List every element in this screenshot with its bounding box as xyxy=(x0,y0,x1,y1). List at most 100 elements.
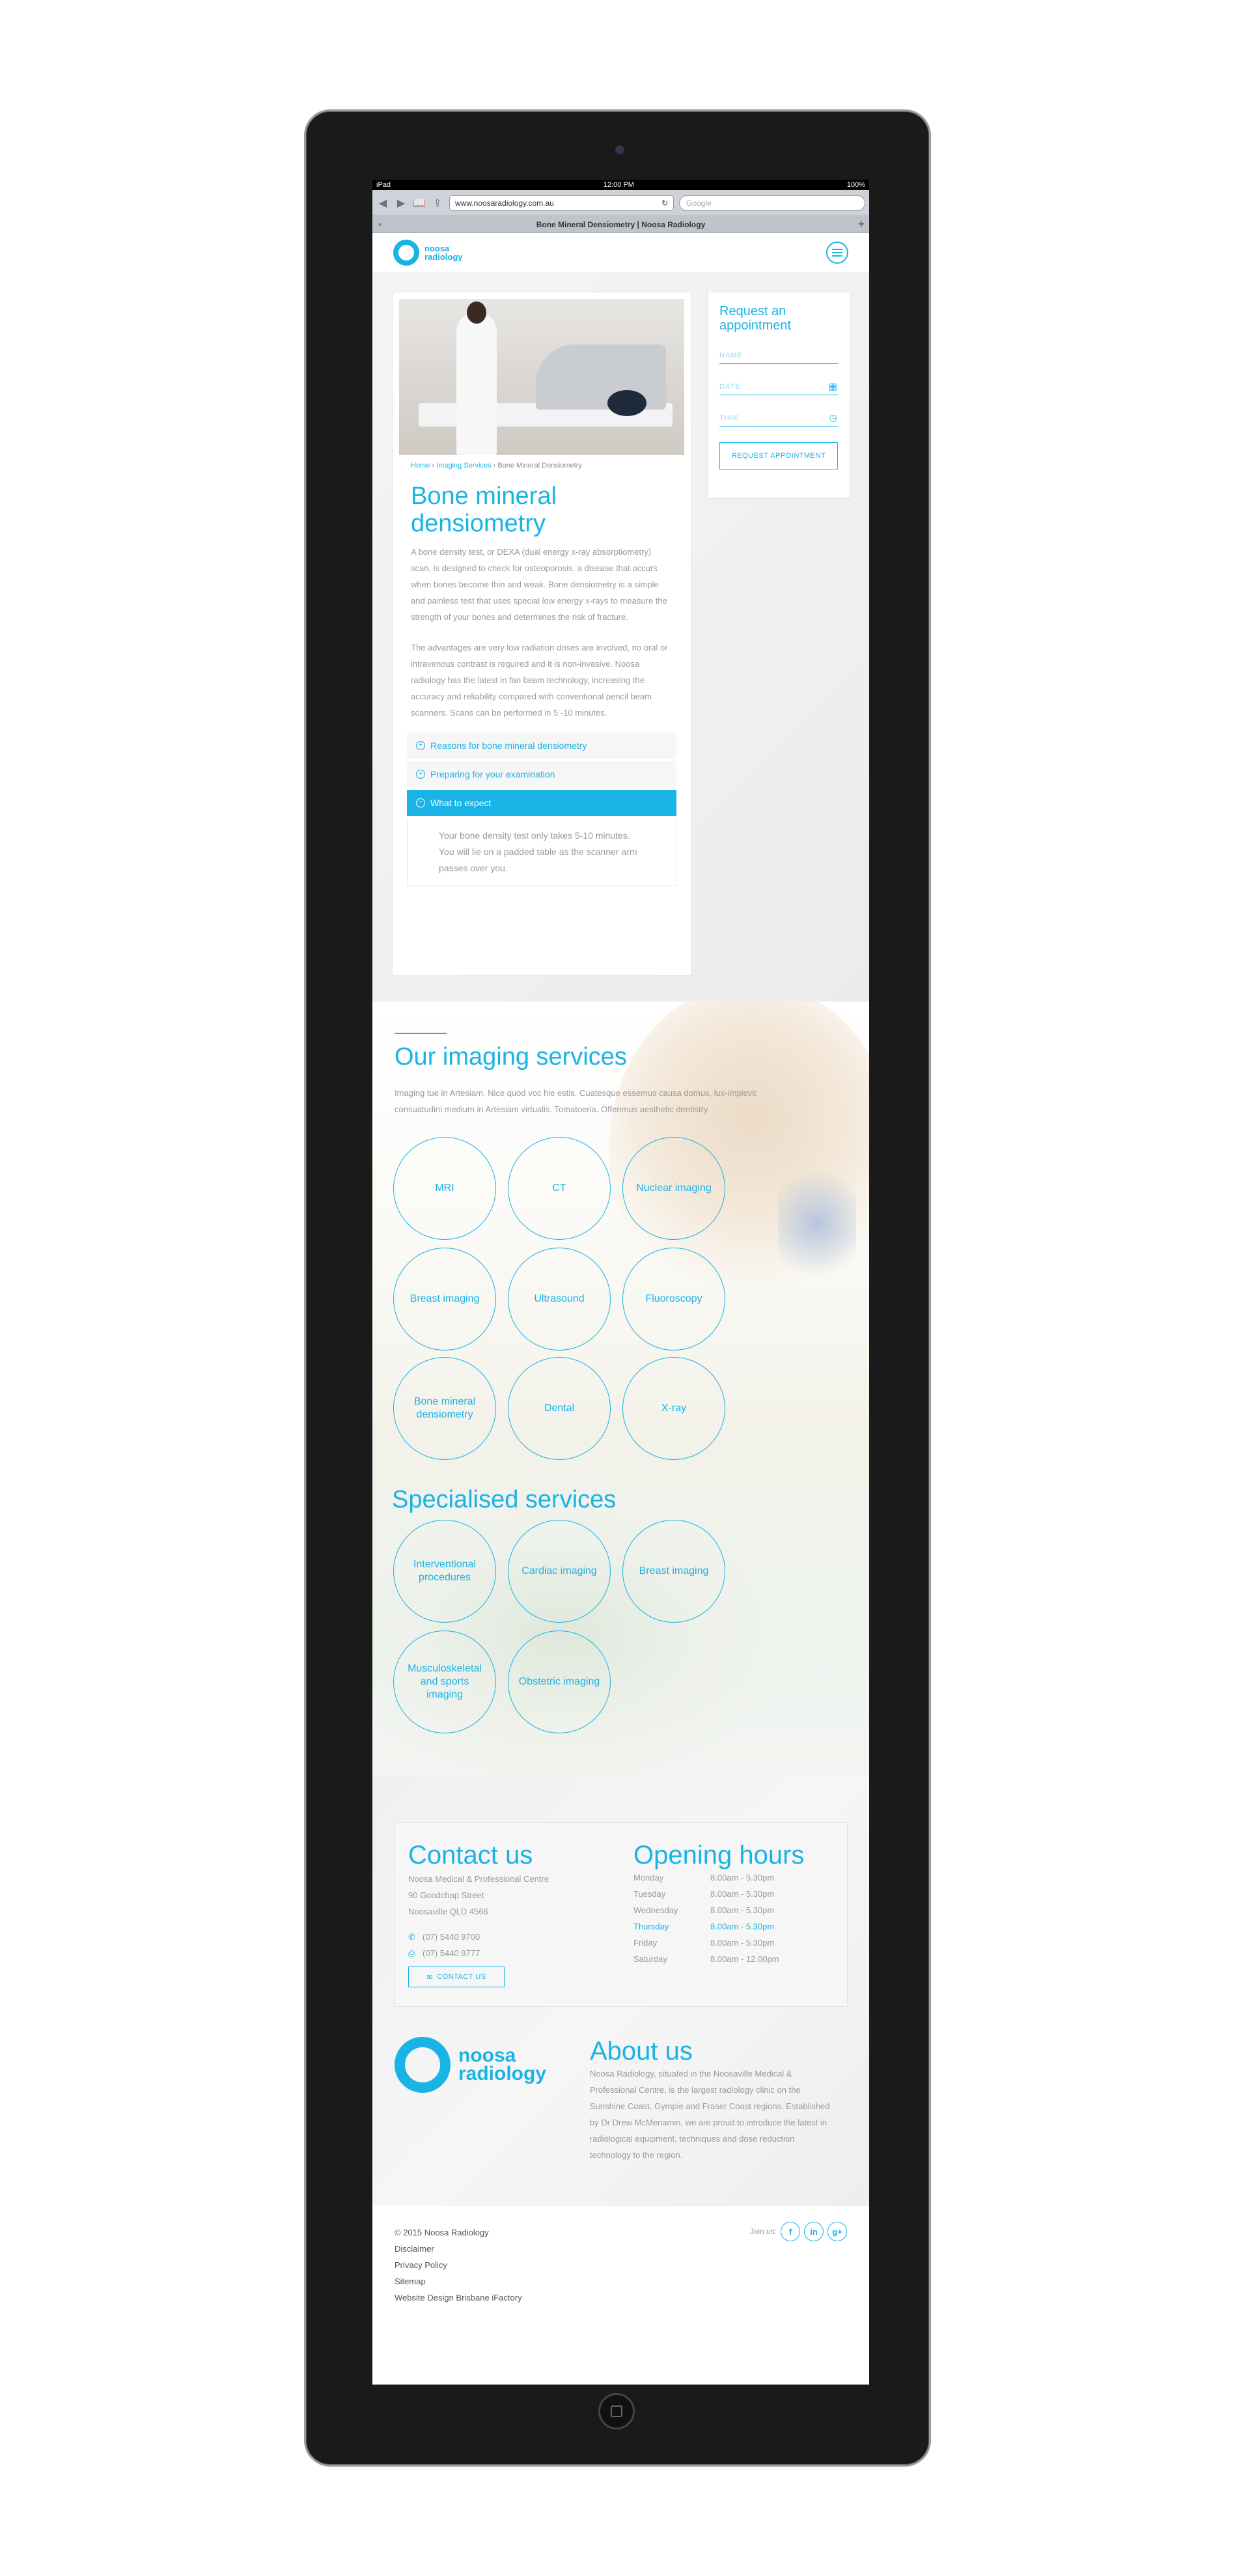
footer: © 2015 Noosa Radiology Disclaimer Privac… xyxy=(372,2206,869,2323)
services-title: Our imaging services xyxy=(395,1043,627,1071)
service-mri[interactable]: MRI xyxy=(393,1137,496,1240)
linkedin-icon[interactable]: in xyxy=(804,2222,824,2241)
menu-icon[interactable] xyxy=(826,242,848,264)
appointment-form: Request an appointment NAME DATE ▦ TIME … xyxy=(707,292,850,499)
browser-toolbar: ◀ ▶ 📖 ⇪ www.noosaradiology.com.au ↻ Goog… xyxy=(372,190,869,216)
services-intro: Imaging tue in Artesiam. Nice quod voc h… xyxy=(395,1088,757,1114)
page-title: Bone mineral densiometry xyxy=(411,483,557,537)
breadcrumb-sep: › xyxy=(493,462,496,469)
logo-line1: noosa xyxy=(458,2045,516,2066)
camera-icon xyxy=(615,145,624,154)
new-tab-icon[interactable]: + xyxy=(854,217,869,231)
logo-line2: radiology xyxy=(424,252,463,262)
social-links: Join us: f in g+ xyxy=(750,2222,847,2241)
footer-link-credit[interactable]: Website Design Brisbane iFactory xyxy=(395,2289,847,2306)
service-dental[interactable]: Dental xyxy=(508,1357,611,1460)
service-bone-mineral-densiometry[interactable]: Bone mineral densiometry xyxy=(393,1357,496,1460)
tab-title[interactable]: Bone Mineral Densiometry | Noosa Radiolo… xyxy=(388,220,854,229)
phone-icon: ✆ xyxy=(408,1932,415,1942)
service-cardiac[interactable]: Cardiac imaging xyxy=(508,1520,611,1623)
hours-row: Saturday 8.00am - 12.00pm xyxy=(633,1954,779,1964)
service-obstetric[interactable]: Obstetric imaging xyxy=(508,1631,611,1733)
service-breast-special[interactable]: Breast imaging xyxy=(622,1520,725,1623)
accordion-label: Reasons for bone mineral densiometry xyxy=(430,740,587,751)
accordion-what-to-expect[interactable]: − What to expect xyxy=(407,790,676,819)
service-nuclear-imaging[interactable]: Nuclear imaging xyxy=(622,1137,725,1240)
site-logo[interactable]: noosa radiology xyxy=(393,240,463,266)
accordion-reasons[interactable]: + Reasons for bone mineral densiometry xyxy=(407,733,676,761)
service-fluoroscopy[interactable]: Fluoroscopy xyxy=(622,1248,725,1351)
hours-title: Opening hours xyxy=(633,1841,805,1869)
accordion-preparing[interactable]: + Preparing for your examination xyxy=(407,761,676,790)
appointment-title: Request an appointment xyxy=(719,304,792,333)
fax-number: ⎙ (07) 5440 9777 xyxy=(408,1945,604,1961)
services-section: Our imaging services Imaging tue in Arte… xyxy=(372,1001,869,1776)
contact-card: Contact us Noosa Medical & Professional … xyxy=(395,1822,848,2007)
accordion-label: What to expect xyxy=(430,798,492,808)
content-card: Home › Imaging Services › Bone Mineral D… xyxy=(392,292,691,975)
accordion: + Reasons for bone mineral densiometry +… xyxy=(407,733,676,886)
hours-column: Opening hours Monday 8.00am - 5.30pm Tues… xyxy=(633,1841,835,1967)
about-column: About us Noosa Radiology, situated in th… xyxy=(590,2037,837,2163)
contact-us-button[interactable]: ✉ CONTACT US xyxy=(408,1967,505,1987)
site-header: noosa radiology xyxy=(372,233,869,272)
minus-icon: − xyxy=(416,798,425,807)
accordion-body: Your bone density test only takes 5-10 m… xyxy=(407,819,676,886)
hours-row: Wednesday 8.00am - 5.30pm xyxy=(633,1905,775,1915)
accordion-label: Preparing for your examination xyxy=(430,769,555,779)
reload-icon[interactable]: ↻ xyxy=(661,199,668,208)
fax-icon: ⎙ xyxy=(408,1948,415,1958)
clock-icon[interactable]: ◷ xyxy=(829,412,838,423)
breadcrumb: Home › Imaging Services › Bone Mineral D… xyxy=(411,462,673,469)
breadcrumb-current: Bone Mineral Densiometry xyxy=(497,462,582,469)
hero-image xyxy=(399,299,684,455)
time-field[interactable]: TIME ◷ xyxy=(719,410,838,427)
bookmarks-icon[interactable]: 📖 xyxy=(413,197,426,210)
close-tab-icon[interactable]: × xyxy=(372,220,388,229)
intro-paragraph: A bone density test, or DEXA (dual energ… xyxy=(411,547,667,622)
date-field[interactable]: DATE ▦ xyxy=(719,378,838,395)
hours-row-today: Thursday 8.00am - 5.30pm xyxy=(633,1922,775,1931)
contact-title: Contact us xyxy=(408,1841,533,1869)
clock: 12:00 PM xyxy=(603,181,634,189)
section-divider xyxy=(395,1033,447,1034)
breadcrumb-sep: › xyxy=(432,462,435,469)
name-field[interactable]: NAME xyxy=(719,347,838,364)
footer-link-disclaimer[interactable]: Disclaimer xyxy=(395,2241,847,2257)
breadcrumb-section[interactable]: Imaging Services xyxy=(436,462,491,469)
google-plus-icon[interactable]: g+ xyxy=(827,2222,847,2241)
about-text: Noosa Radiology, situated in the Noosavi… xyxy=(590,2069,830,2160)
breadcrumb-home[interactable]: Home xyxy=(411,462,430,469)
logo-ring-icon xyxy=(395,2037,451,2093)
contact-column: Contact us Noosa Medical & Professional … xyxy=(408,1841,604,1987)
service-ultrasound[interactable]: Ultrasound xyxy=(508,1248,611,1351)
search-input[interactable]: Google xyxy=(679,195,865,211)
facebook-icon[interactable]: f xyxy=(781,2222,800,2241)
request-appointment-button[interactable]: REQUEST APPOINTMENT xyxy=(719,442,838,469)
tab-bar: × Bone Mineral Densiometry | Noosa Radio… xyxy=(372,216,869,233)
screen: iPad 12:00 PM 100% ◀ ▶ 📖 ⇪ www.noosaradi… xyxy=(372,180,869,2385)
back-icon[interactable]: ◀ xyxy=(376,197,389,210)
share-icon[interactable]: ⇪ xyxy=(431,197,444,210)
forward-icon[interactable]: ▶ xyxy=(395,197,408,210)
hours-row: Monday 8.00am - 5.30pm xyxy=(633,1873,775,1883)
calendar-icon[interactable]: ▦ xyxy=(829,381,838,392)
battery-label: 100% xyxy=(846,181,865,189)
hours-row: Tuesday 8.00am - 5.30pm xyxy=(633,1889,775,1899)
service-x-ray[interactable]: X-ray xyxy=(622,1357,725,1460)
footer-link-sitemap[interactable]: Sitemap xyxy=(395,2273,847,2289)
service-musculoskeletal[interactable]: Musculoskeletal and sports imaging xyxy=(393,1631,496,1733)
service-ct[interactable]: CT xyxy=(508,1137,611,1240)
footer-link-privacy[interactable]: Privacy Policy xyxy=(395,2257,847,2273)
plus-icon: + xyxy=(416,770,425,779)
envelope-icon: ✉ xyxy=(426,1973,434,1981)
footer-logo[interactable]: noosa radiology xyxy=(395,2037,546,2093)
service-breast-imaging[interactable]: Breast imaging xyxy=(393,1248,496,1351)
address-bar[interactable]: www.noosaradiology.com.au ↻ xyxy=(449,195,674,211)
service-interventional[interactable]: Interventional procedures xyxy=(393,1520,496,1623)
home-button[interactable] xyxy=(598,2393,635,2429)
logo-line2: radiology xyxy=(458,2063,547,2084)
phone-number[interactable]: ✆ (07) 5440 9700 xyxy=(408,1929,604,1945)
about-title: About us xyxy=(590,2037,693,2065)
contact-section: Contact us Noosa Medical & Professional … xyxy=(372,1776,869,2206)
